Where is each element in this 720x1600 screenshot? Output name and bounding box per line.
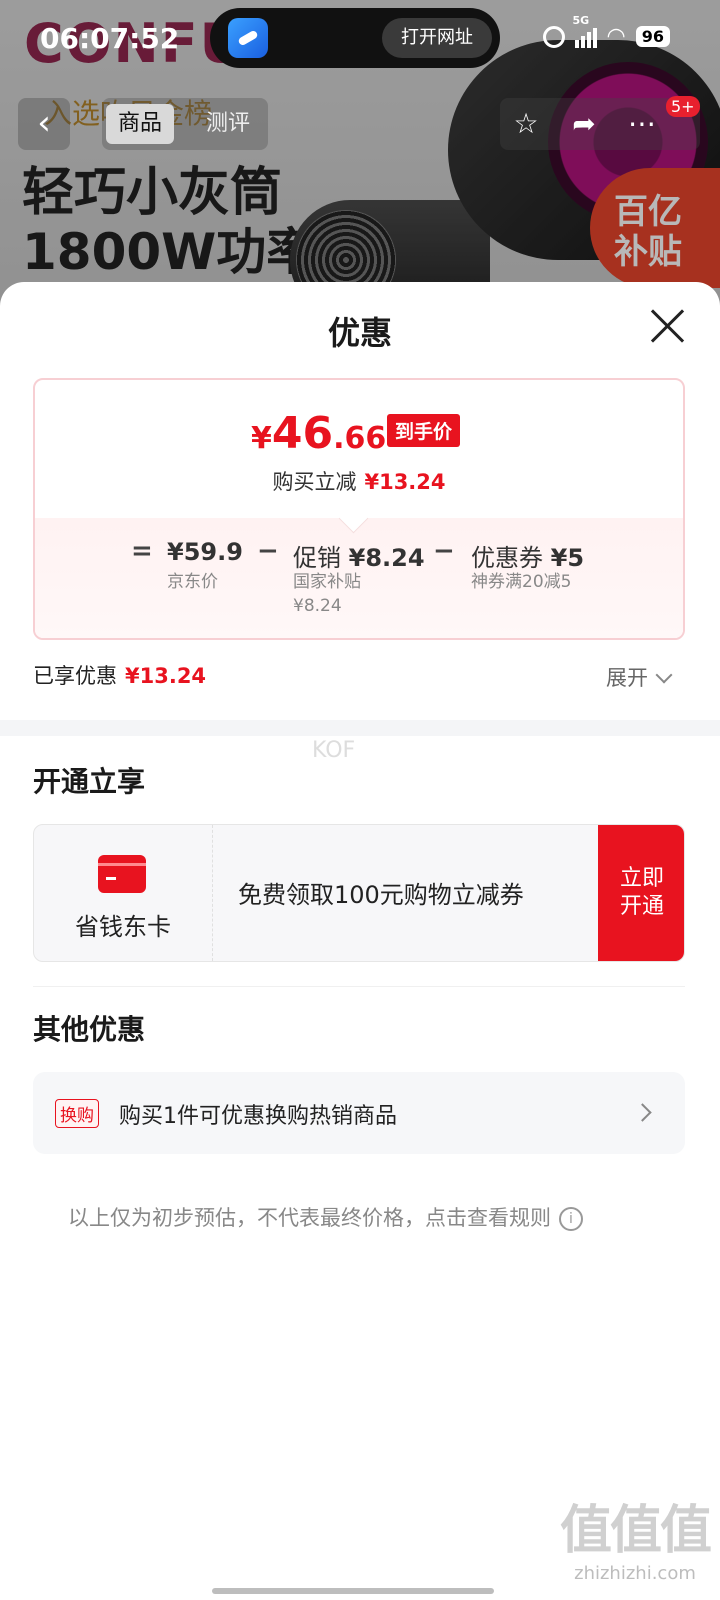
- enjoyed-discount: 已享优惠 ¥13.24: [33, 664, 207, 688]
- section-title-other: 其他优惠: [33, 1013, 146, 1046]
- status-bar: 06:07:52 打开网址 5G ◠ 96: [0, 0, 720, 80]
- final-price-tag: 到手价: [387, 414, 461, 447]
- jd-price: ¥59.9: [167, 538, 243, 566]
- kof-watermark: KOF: [312, 738, 356, 763]
- promo-detail: 国家补贴 ¥8.24: [293, 572, 361, 616]
- more-icon[interactable]: ⋯: [624, 106, 660, 142]
- tab-review[interactable]: 测评: [194, 104, 262, 144]
- divider: [33, 986, 685, 987]
- breakdown-section: = ¥59.9 京东价 − 促销 ¥8.24 国家补贴 ¥8.24 − 优惠券 …: [35, 503, 683, 638]
- section-divider: [0, 720, 720, 736]
- savings-card-offer[interactable]: 省钱东卡 免费领取100元购物立减券 立即 开通: [33, 824, 685, 962]
- equals-sign: =: [131, 536, 153, 566]
- minus-sign: −: [257, 536, 279, 566]
- site-watermark: 值值值 zhizhizhi.com: [560, 1501, 712, 1584]
- battery-indicator: 96: [635, 26, 670, 47]
- clock: 06:07:52: [40, 22, 180, 55]
- trade-in-text: 购买1件可优惠换购热销商品: [119, 1104, 397, 1129]
- close-icon[interactable]: [648, 306, 688, 346]
- minus-sign: −: [433, 536, 455, 566]
- discount-sheet: 优惠 ¥46.66 到手价 购买立减 ¥13.24 = ¥59.9 京东价 − 促…: [0, 282, 720, 1600]
- jd-price-label: 京东价: [167, 572, 218, 592]
- info-icon[interactable]: i: [559, 1207, 583, 1231]
- chevron-down-icon: [655, 666, 673, 684]
- alarm-icon: [542, 25, 565, 48]
- saving-line: 购买立减 ¥13.24: [272, 470, 446, 494]
- final-price-section: ¥46.66 到手价 购买立减 ¥13.24: [35, 380, 683, 520]
- coupon-detail: 神券满20减5: [471, 572, 572, 592]
- rules-disclaimer[interactable]: 以上仅为初步预估，不代表最终价格，点击查看规则 i: [68, 1202, 583, 1233]
- promo-discount: 促销 ¥8.24: [293, 544, 425, 572]
- browser-app-icon: [228, 18, 268, 58]
- trade-in-promo[interactable]: 换购 购买1件可优惠换购热销商品: [33, 1072, 685, 1154]
- card-icon: [98, 855, 146, 893]
- message-count-badge: 5+: [666, 96, 700, 117]
- price-breakdown-box: ¥46.66 到手价 购买立减 ¥13.24 = ¥59.9 京东价 − 促销 ¥…: [33, 378, 685, 640]
- section-title-open: 开通立享: [33, 765, 146, 798]
- activate-button[interactable]: 立即 开通: [598, 825, 684, 961]
- star-icon[interactable]: ☆: [508, 106, 544, 142]
- signal-icon: 5G: [573, 14, 597, 48]
- dynamic-island[interactable]: 打开网址: [210, 8, 500, 68]
- open-url-button[interactable]: 打开网址: [382, 18, 492, 58]
- back-button[interactable]: ‹: [18, 98, 70, 150]
- system-icons: 5G ◠ 96: [542, 14, 670, 49]
- final-price: ¥46.66: [251, 408, 387, 459]
- wifi-icon: ◠: [606, 24, 626, 49]
- share-icon[interactable]: ➦: [566, 106, 602, 142]
- trade-in-tag: 换购: [55, 1099, 99, 1128]
- home-indicator[interactable]: [212, 1588, 494, 1594]
- card-name: 省钱东卡: [75, 913, 171, 941]
- card-left: 省钱东卡: [34, 825, 213, 961]
- card-description: 免费领取100元购物立减券: [238, 881, 524, 909]
- sheet-title: 优惠: [327, 314, 392, 352]
- chevron-right-icon: [633, 1103, 652, 1122]
- tab-product[interactable]: 商品: [106, 104, 175, 144]
- page-tabs: 商品 测评: [102, 98, 268, 150]
- expand-button[interactable]: 展开: [606, 662, 673, 692]
- coupon-discount: 优惠券 ¥5: [471, 544, 585, 572]
